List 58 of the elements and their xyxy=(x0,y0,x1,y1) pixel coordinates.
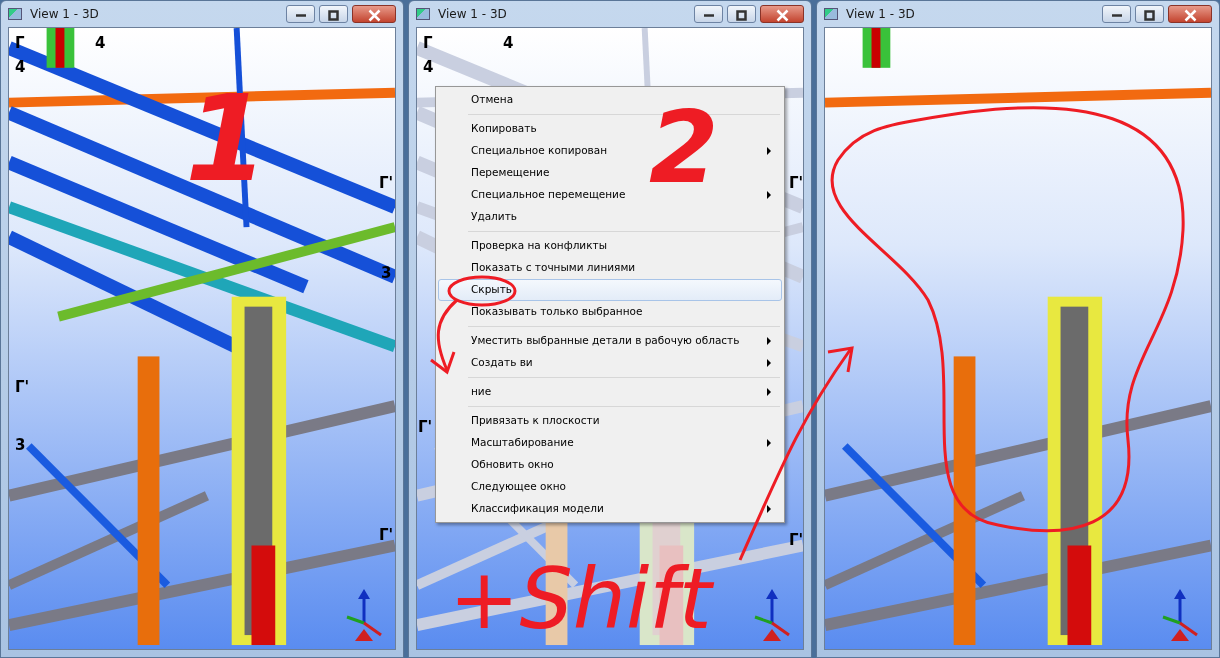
close-button[interactable] xyxy=(352,5,396,23)
grid-label: Г' xyxy=(379,528,394,543)
close-button[interactable] xyxy=(1168,5,1212,23)
minimize-icon xyxy=(294,14,307,17)
minimize-icon xyxy=(702,14,715,17)
menu-item[interactable]: ние xyxy=(438,381,782,403)
grid-label: 4 xyxy=(503,36,514,51)
menu-item[interactable]: Классификация модели xyxy=(438,498,782,520)
menu-item[interactable]: Создать ви xyxy=(438,352,782,374)
grid-label: Г' xyxy=(379,176,394,191)
close-icon xyxy=(775,9,789,22)
grid-label: Г' xyxy=(789,176,803,191)
menu-item[interactable]: Проверка на конфликты xyxy=(438,235,782,257)
maximize-button[interactable] xyxy=(319,5,348,23)
grid-label: 3 xyxy=(381,266,392,281)
menu-item[interactable]: Привязать к плоскости xyxy=(438,410,782,432)
menu-item[interactable]: Обновить окно xyxy=(438,454,782,476)
submenu-arrow-icon xyxy=(767,191,771,199)
minimize-button[interactable] xyxy=(1102,5,1131,23)
window-title: View 1 - 3D xyxy=(846,6,916,23)
app-icon xyxy=(824,8,838,20)
minimize-button[interactable] xyxy=(694,5,723,23)
submenu-arrow-icon xyxy=(767,337,771,345)
window-title: View 1 - 3D xyxy=(30,6,100,23)
maximize-icon xyxy=(736,10,747,21)
maximize-button[interactable] xyxy=(1135,5,1164,23)
submenu-arrow-icon xyxy=(767,505,771,513)
menu-item[interactable]: Скрыть xyxy=(438,279,782,301)
app-icon xyxy=(416,8,430,20)
menu-item[interactable]: Показать с точными линиями xyxy=(438,257,782,279)
grid-label: Г' xyxy=(15,380,30,395)
hand-drawn-circle xyxy=(447,275,517,307)
submenu-arrow-icon xyxy=(767,439,771,447)
minimize-icon xyxy=(1110,14,1123,17)
grid-label: Г xyxy=(423,36,433,51)
app-icon xyxy=(8,8,22,20)
submenu-arrow-icon xyxy=(767,359,771,367)
grid-label: Г' xyxy=(789,533,803,548)
close-icon xyxy=(367,9,381,22)
menu-item[interactable]: Уместить выбранные детали в рабочую область xyxy=(438,330,782,352)
menu-item[interactable]: Следующее окно xyxy=(438,476,782,498)
submenu-arrow-icon xyxy=(767,147,771,155)
menu-item[interactable]: Удалить xyxy=(438,206,782,228)
grid-label: 4 xyxy=(15,60,26,75)
close-icon xyxy=(1183,9,1197,22)
grid-label: Г' xyxy=(418,420,433,435)
maximize-icon xyxy=(1144,10,1155,21)
minimize-button[interactable] xyxy=(286,5,315,23)
close-button[interactable] xyxy=(760,5,804,23)
grid-label: 4 xyxy=(95,36,106,51)
maximize-button[interactable] xyxy=(727,5,756,23)
maximize-icon xyxy=(328,10,339,21)
window-title: View 1 - 3D xyxy=(438,6,508,23)
grid-label: 4 xyxy=(423,60,434,75)
menu-item[interactable]: Масштабирование xyxy=(438,432,782,454)
grid-label: 3 xyxy=(15,438,26,453)
submenu-arrow-icon xyxy=(767,388,771,396)
menu-item[interactable]: Показывать только выбранное xyxy=(438,301,782,323)
